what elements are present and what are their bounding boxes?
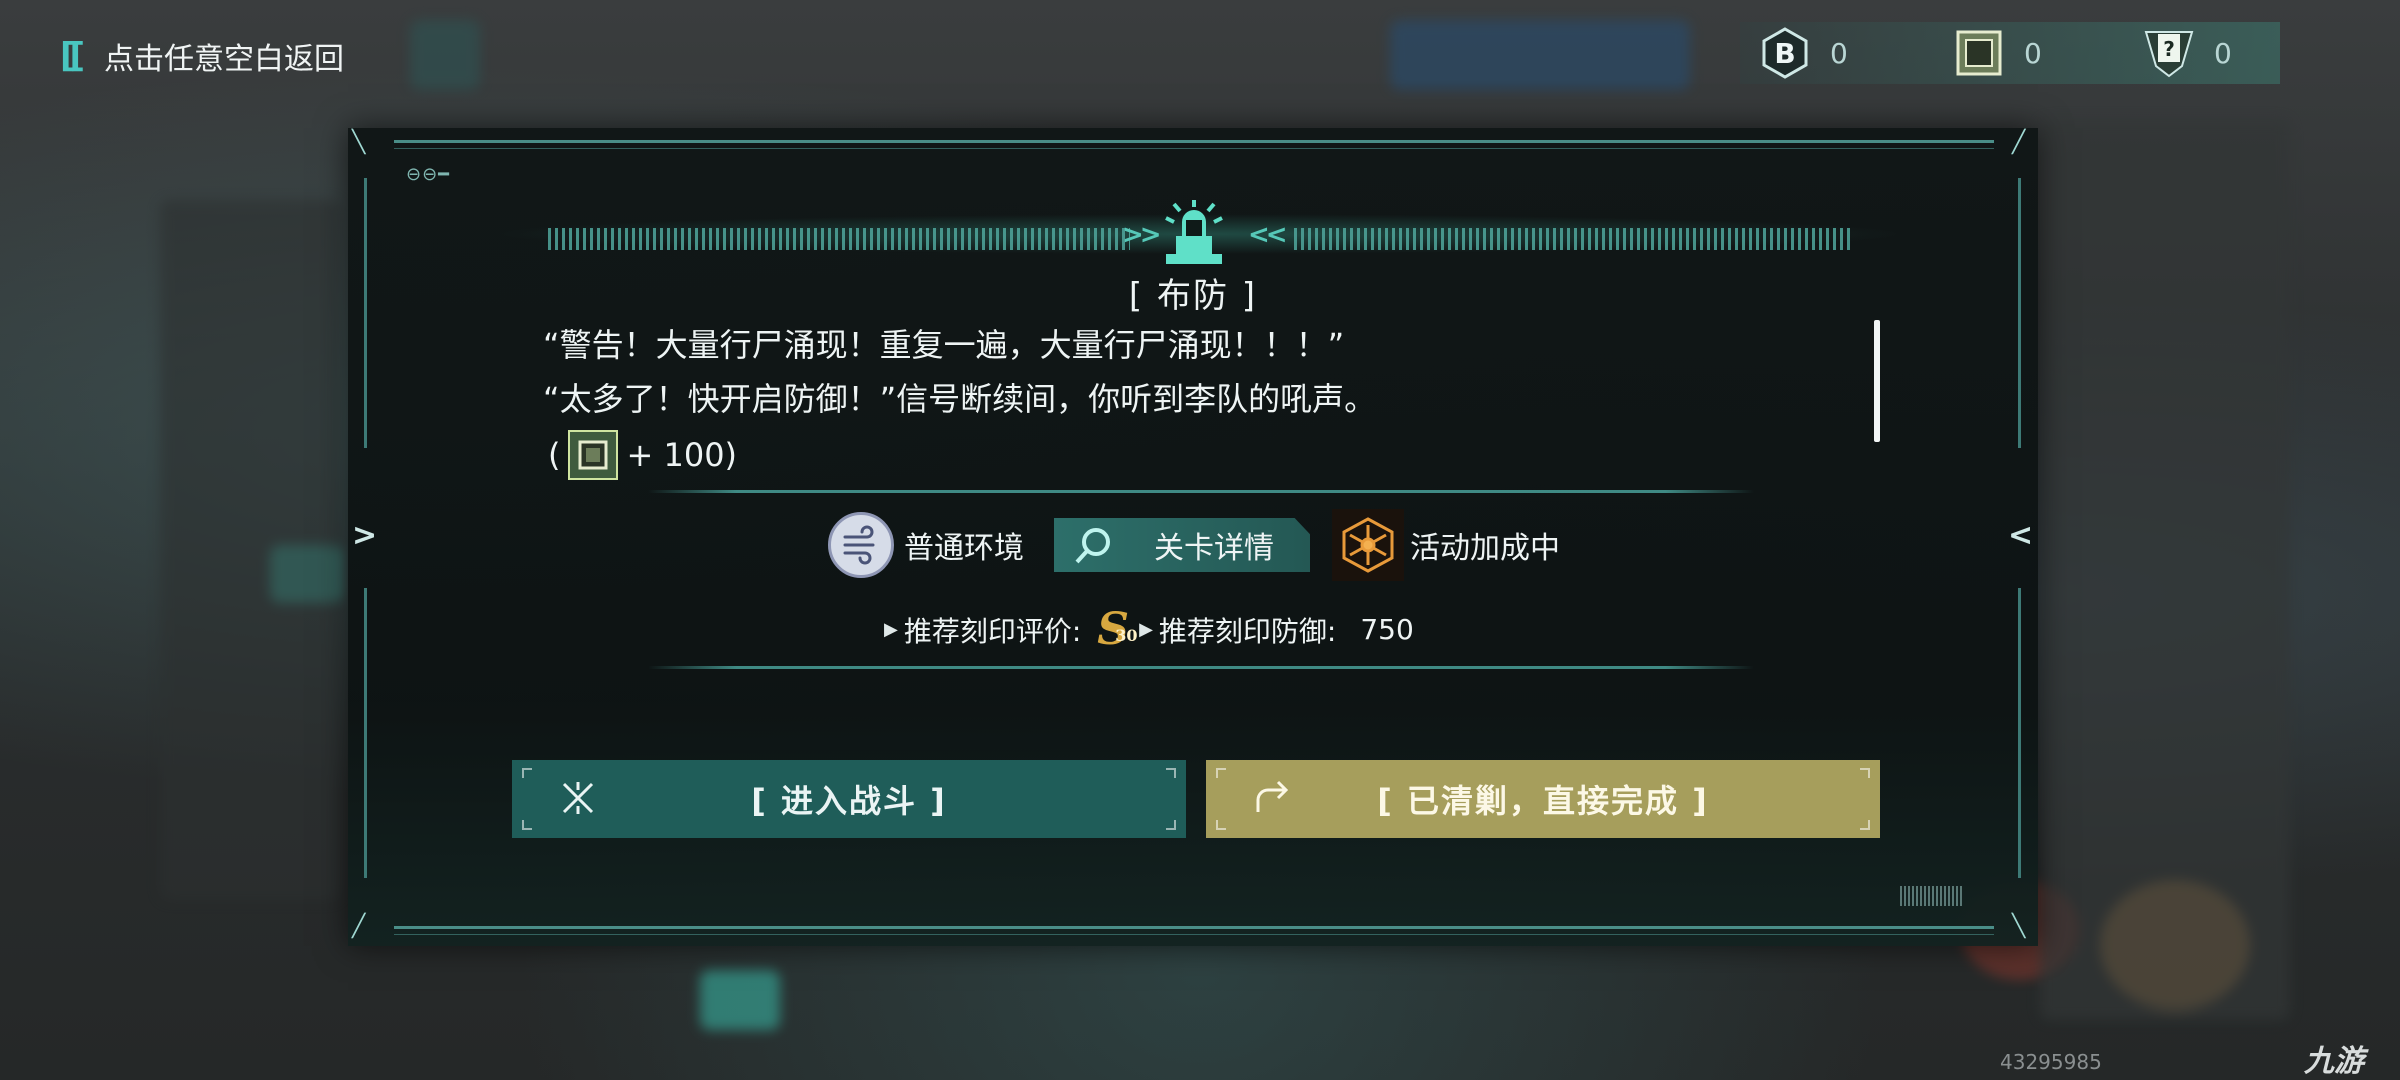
magnifier-icon: [1072, 524, 1116, 572]
chevron-right-icon: >: [352, 518, 378, 553]
currency-bar: B 0 0 ? 0: [1740, 22, 2280, 84]
divider: [648, 666, 1754, 669]
svg-text:B: B: [1774, 37, 1795, 70]
crossed-swords-icon: [558, 778, 598, 826]
reward-line: ( + 100): [548, 430, 737, 480]
back-label: 点击任意空白返回: [104, 42, 344, 77]
background-element: [410, 20, 480, 90]
currency-item[interactable]: ? 0: [2142, 26, 2232, 80]
barcode-decoration: [1900, 886, 1964, 906]
recommended-rating-label: 推荐刻印评价:: [903, 614, 1082, 648]
frame-rail: [394, 926, 1994, 929]
background-element: [160, 200, 340, 900]
recommended-defense-value: 750: [1360, 613, 1414, 646]
chip-icon: [568, 430, 619, 480]
frame-rail: [394, 148, 1994, 149]
rank-sub: 30: [1115, 626, 1138, 645]
coin-b-icon: B: [1758, 26, 1812, 80]
watermark-id: 43295985: [2000, 1050, 2102, 1074]
event-dialog-text: “警告！大量行尸涌现！重复一遍，大量行尸涌现！！！” “太多了！快开启防御！”信…: [543, 318, 1843, 426]
triangle-right-icon: ▶: [1139, 619, 1153, 640]
skip-complete-label: [ 已清剿，直接完成 ]: [1377, 782, 1709, 820]
recommendation-row: ▶ 推荐刻印评价: S 30 ▶ 推荐刻印防御: 750: [884, 604, 1414, 655]
dialog-scrollbar[interactable]: [1874, 320, 1880, 442]
stage-details-button[interactable]: 关卡详情: [1054, 518, 1310, 572]
bonus-label: 活动加成中: [1410, 531, 1560, 566]
currency-value: 0: [2024, 36, 2042, 70]
bracket-icon: [[: [60, 36, 85, 76]
event-title: [ 布防 ]: [1128, 276, 1258, 316]
dialog-line: “警告！大量行尸涌现！重复一遍，大量行尸涌现！！！”: [543, 326, 1345, 364]
enter-battle-label: [ 进入战斗 ]: [751, 782, 947, 820]
background-element: [700, 970, 780, 1030]
mystery-card-icon: ?: [2142, 26, 2196, 80]
chip-icon: [1952, 26, 2006, 80]
recommended-defense-label: 推荐刻印防御:: [1158, 614, 1337, 648]
currency-value: 0: [2214, 36, 2232, 70]
frame-corner: ╱: [352, 914, 366, 939]
reward-bracket: (: [548, 436, 561, 474]
wind-icon: [828, 512, 894, 578]
reward-amount: + 100): [626, 436, 738, 474]
redirect-arrow-icon: [1252, 778, 1294, 826]
back-to-close-hint[interactable]: [[ 点击任意空白返回: [60, 34, 344, 78]
environment-label: 普通环境: [904, 531, 1024, 566]
currency-item[interactable]: B 0: [1758, 26, 1848, 80]
svg-text:?: ?: [2163, 37, 2175, 61]
triangle-right-icon: ▶: [884, 619, 898, 640]
alarm-beacon-icon: [1156, 198, 1232, 274]
currency-item[interactable]: 0: [1952, 26, 2042, 80]
header-hatch: [1294, 228, 1854, 250]
stage-details-label: 关卡详情: [1154, 531, 1274, 566]
divider: [648, 490, 1754, 493]
double-chevron-right-icon: >>: [1122, 220, 1162, 250]
background-element: [2040, 120, 2290, 1020]
frame-corner: ╲: [352, 130, 366, 155]
event-dialog-panel[interactable]: ╲ ╱ ╱ ╲ ⊖⊖━ > < >> << [ 布防 ] “警告！大量行尸涌现！…: [348, 128, 2038, 946]
frame-rail: [394, 934, 1994, 935]
dialog-line: “太多了！快开启防御！”信号断续间，你听到李队的吼声。: [543, 380, 1377, 418]
frame-rail: [2018, 588, 2021, 878]
rank-badge: S 30: [1097, 604, 1137, 655]
background-element: [1390, 20, 1690, 90]
header-hatch: [548, 228, 1130, 250]
watermark-logo: 九游: [2304, 1044, 2364, 1079]
enter-battle-button[interactable]: [ 进入战斗 ]: [512, 760, 1186, 838]
skip-complete-button[interactable]: [ 已清剿，直接完成 ]: [1206, 760, 1880, 838]
frame-rail: [364, 588, 367, 878]
snowflake-badge-icon: [1332, 509, 1404, 581]
double-chevron-left-icon: <<: [1248, 220, 1288, 250]
stage-info-row: 普通环境 关卡详情 活动加成中: [828, 509, 1560, 581]
frame-rail: [394, 140, 1994, 143]
chevron-left-icon: <: [2008, 518, 2034, 553]
frame-dots-decoration: ⊖⊖━: [406, 164, 451, 185]
frame-corner: ╲: [2012, 914, 2026, 939]
currency-value: 0: [1830, 36, 1848, 70]
frame-corner: ╱: [2012, 130, 2026, 155]
